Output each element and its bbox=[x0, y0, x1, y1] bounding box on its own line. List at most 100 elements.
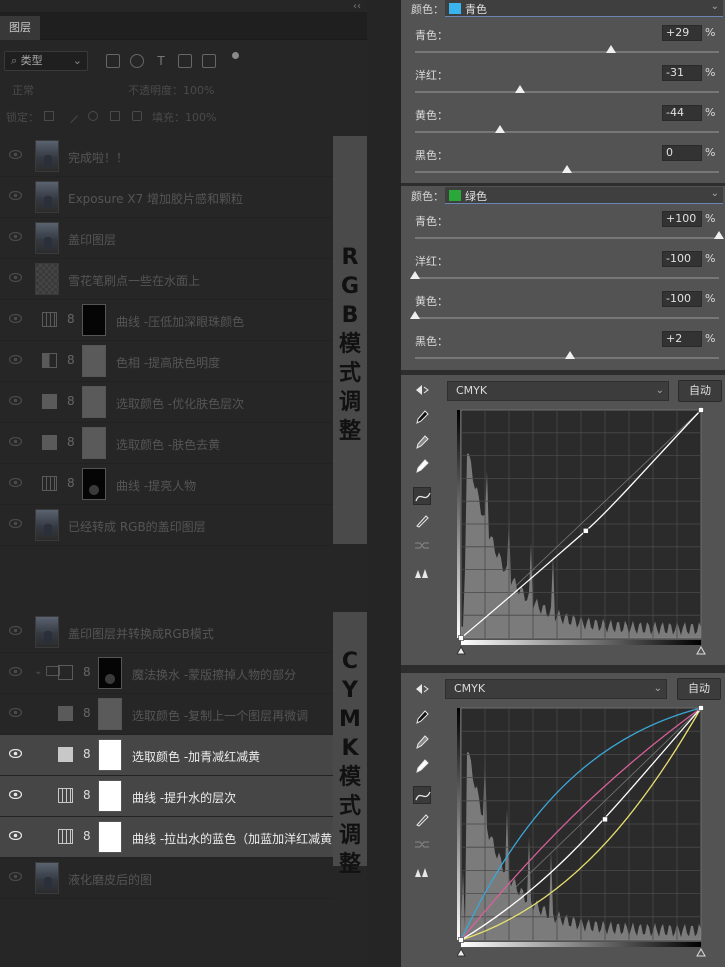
layer-row[interactable]: 8 选取颜色 -复制上一个图层再微调 bbox=[0, 694, 333, 735]
layer-row[interactable]: 8 选取颜色 -肤色去黄 bbox=[0, 423, 333, 464]
layer-mask-thumbnail[interactable] bbox=[82, 304, 106, 336]
layer-mask-thumbnail[interactable] bbox=[82, 468, 106, 500]
slider-value-input[interactable]: +2 bbox=[662, 331, 702, 347]
link-icon[interactable]: 8 bbox=[67, 476, 75, 490]
white-eyedropper-icon[interactable] bbox=[413, 457, 431, 475]
link-icon[interactable]: 8 bbox=[83, 665, 91, 679]
link-icon[interactable]: 8 bbox=[67, 394, 75, 408]
eye-icon[interactable] bbox=[9, 191, 22, 200]
layer-mask-thumbnail[interactable] bbox=[98, 698, 122, 730]
eye-icon[interactable] bbox=[9, 708, 22, 717]
curve-point-icon[interactable] bbox=[413, 487, 431, 505]
eye-icon[interactable] bbox=[9, 150, 22, 159]
slider-value-input[interactable]: +29 bbox=[662, 25, 702, 41]
slider-value-input[interactable]: +100 bbox=[662, 211, 702, 227]
black-eyedropper-icon[interactable] bbox=[413, 408, 431, 426]
slider-value-input[interactable]: -100 bbox=[662, 251, 702, 267]
layer-row[interactable]: 雪花笔刷点一些在水面上 bbox=[0, 259, 333, 300]
slider-thumb[interactable] bbox=[714, 231, 724, 239]
filter-pixel-icon[interactable] bbox=[106, 54, 120, 68]
curve-point-icon[interactable] bbox=[413, 786, 431, 804]
layer-mask-thumbnail[interactable] bbox=[82, 386, 106, 418]
auto-button[interactable]: 自动 bbox=[677, 678, 721, 700]
filter-toggle-icon[interactable] bbox=[232, 52, 239, 59]
slider-thumb[interactable] bbox=[495, 125, 506, 133]
curves-graph[interactable] bbox=[457, 407, 709, 665]
slider-track[interactable] bbox=[415, 51, 719, 53]
slider-thumb[interactable] bbox=[410, 271, 420, 279]
slider-track[interactable] bbox=[415, 237, 719, 239]
eye-icon[interactable] bbox=[9, 314, 22, 323]
layer-mask-thumbnail[interactable] bbox=[82, 427, 106, 459]
eye-icon[interactable] bbox=[9, 626, 22, 635]
eye-icon[interactable] bbox=[9, 790, 22, 799]
eye-icon[interactable] bbox=[9, 273, 22, 282]
eye-icon[interactable] bbox=[9, 437, 22, 446]
curves-target-icon[interactable] bbox=[413, 381, 431, 399]
layer-mask-thumbnail[interactable] bbox=[98, 657, 122, 689]
link-icon[interactable]: 8 bbox=[67, 312, 75, 326]
eye-icon[interactable] bbox=[9, 872, 22, 881]
eye-icon[interactable] bbox=[9, 355, 22, 364]
eye-icon[interactable] bbox=[9, 749, 22, 758]
layer-row[interactable]: 8 曲线 -压低加深眼珠颜色 bbox=[0, 300, 333, 341]
slider-thumb[interactable] bbox=[410, 311, 420, 319]
filter-kind-select[interactable]: ⌕ 类型 ⌄ bbox=[4, 51, 88, 71]
layer-row[interactable]: 8 选取颜色 -优化肤色层次 bbox=[0, 382, 333, 423]
color-select[interactable]: 青色 ⌄ bbox=[445, 0, 723, 17]
layer-mask-thumbnail[interactable] bbox=[98, 780, 122, 812]
slider-track[interactable] bbox=[415, 277, 719, 279]
curves-graph[interactable] bbox=[457, 705, 709, 967]
lock-paint-icon[interactable] bbox=[63, 108, 79, 124]
eye-icon[interactable] bbox=[9, 667, 22, 676]
slider-value-input[interactable]: 0 bbox=[662, 145, 702, 161]
auto-button[interactable]: 自动 bbox=[678, 380, 722, 402]
slider-track[interactable] bbox=[415, 91, 719, 93]
black-eyedropper-icon[interactable] bbox=[413, 708, 431, 726]
layer-row[interactable]: 8 曲线 -拉出水的蓝色（加蓝加洋红减黄） bbox=[0, 817, 344, 858]
pencil-icon[interactable] bbox=[413, 811, 431, 829]
pencil-icon[interactable] bbox=[413, 512, 431, 530]
tab-layers[interactable]: 图层 bbox=[0, 16, 40, 40]
layer-row[interactable]: 已经转成 RGB的盖印图层 bbox=[0, 505, 333, 546]
lock-artboard-icon[interactable] bbox=[110, 111, 120, 121]
slider-thumb[interactable] bbox=[514, 85, 525, 93]
collapse-panel-button[interactable]: ‹‹ bbox=[353, 1, 361, 12]
fill-field[interactable]: 填充：100% bbox=[152, 109, 216, 125]
layer-mask-thumbnail[interactable] bbox=[98, 821, 122, 853]
smooth-icon[interactable] bbox=[413, 536, 431, 554]
link-icon[interactable]: 8 bbox=[83, 706, 91, 720]
eye-icon[interactable] bbox=[9, 831, 22, 840]
layer-row[interactable]: Exposure X7 增加胶片感和颗粒 bbox=[0, 177, 333, 218]
layer-row[interactable]: 液化磨皮后的图 bbox=[0, 858, 333, 899]
slider-thumb[interactable] bbox=[565, 351, 576, 359]
layer-row[interactable]: 盖印图层并转换成RGB模式 bbox=[0, 612, 333, 653]
eye-icon[interactable] bbox=[9, 232, 22, 241]
smooth-icon[interactable] bbox=[413, 835, 431, 853]
clipping-warning-icon[interactable] bbox=[413, 863, 431, 881]
layer-row[interactable]: 8 色相 -提高肤色明度 bbox=[0, 341, 333, 382]
slider-thumb[interactable] bbox=[562, 165, 572, 173]
curves-target-icon[interactable] bbox=[413, 680, 431, 698]
layer-row[interactable]: ⌄ 8 魔法换水 -蒙版擦掉人物的部分 bbox=[0, 653, 333, 694]
eye-icon[interactable] bbox=[9, 396, 22, 405]
expand-arrow-icon[interactable]: ⌄ bbox=[34, 666, 42, 677]
layer-row[interactable]: 8 选取颜色 -加青减红减黄 bbox=[0, 735, 333, 776]
link-icon[interactable]: 8 bbox=[83, 747, 91, 761]
layer-row[interactable]: 8 曲线 -提升水的层次 bbox=[0, 776, 333, 817]
slider-track[interactable] bbox=[415, 131, 719, 133]
slider-value-input[interactable]: -44 bbox=[662, 105, 702, 121]
filter-smart-object-icon[interactable] bbox=[202, 54, 216, 68]
blend-mode-select[interactable]: 正常 bbox=[12, 82, 34, 98]
lock-all-icon[interactable] bbox=[132, 111, 142, 121]
opacity-field[interactable]: 不透明度：100% bbox=[128, 82, 214, 98]
filter-type-icon[interactable]: T bbox=[154, 54, 168, 68]
slider-thumb[interactable] bbox=[606, 45, 617, 53]
layer-mask-thumbnail[interactable] bbox=[98, 739, 122, 771]
link-icon[interactable]: 8 bbox=[83, 788, 91, 802]
filter-adjustment-icon[interactable] bbox=[130, 54, 144, 68]
slider-value-input[interactable]: -100 bbox=[662, 291, 702, 307]
gray-eyedropper-icon[interactable] bbox=[413, 433, 431, 451]
layer-mask-thumbnail[interactable] bbox=[82, 345, 106, 377]
slider-track[interactable] bbox=[415, 317, 719, 319]
